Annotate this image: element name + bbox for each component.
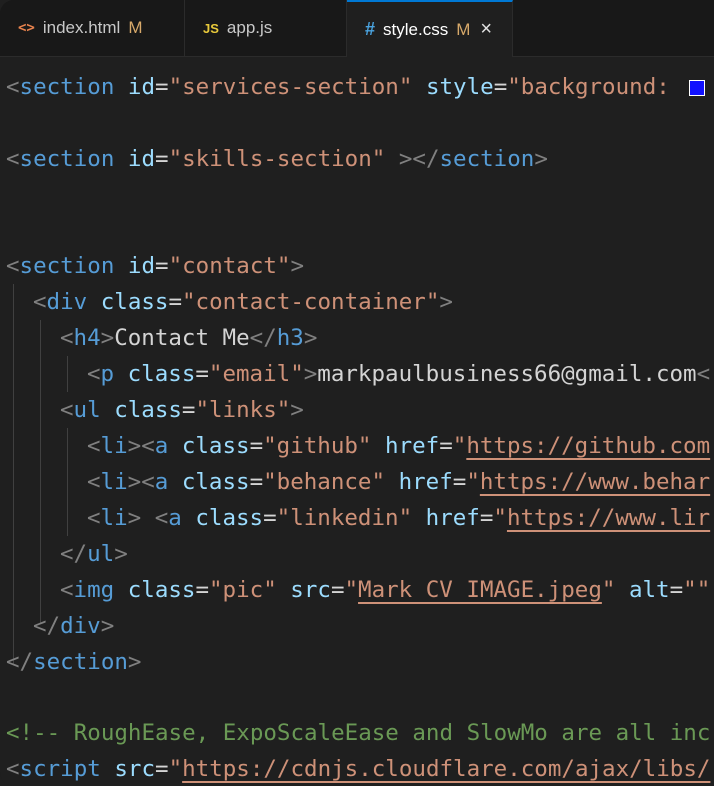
indent-guide <box>67 356 68 392</box>
code-line: <li> <a class="linkedin" href="https://w… <box>87 505 711 531</box>
code-editor[interactable]: <section id="services-section" style="ba… <box>0 57 714 786</box>
tab-app-js[interactable]: JS app.js <box>185 0 347 56</box>
tab-label: style.css <box>383 19 449 39</box>
indent-guide <box>40 320 41 624</box>
code-line: </div> <box>33 613 115 639</box>
tab-bar: <> index.html M JS app.js # style.css M … <box>0 0 714 57</box>
modified-indicator: M <box>128 18 143 37</box>
modified-indicator: M <box>456 19 471 39</box>
close-icon[interactable]: × <box>480 18 492 41</box>
code-line: <ul class="links"> <box>60 397 304 423</box>
html-file-icon: <> <box>18 20 35 36</box>
code-line: <section id="skills-section" ></section> <box>6 146 548 172</box>
code-line: <script src="https://cdnjs.cloudflare.co… <box>6 756 711 782</box>
tab-label: app.js <box>226 18 273 37</box>
code-line: <section id="contact"> <box>6 253 305 279</box>
url-link[interactable]: https://www.lir <box>507 505 710 531</box>
tab-label: index.html <box>42 18 121 37</box>
code-line: <div class="contact-container"> <box>33 289 453 315</box>
tab-index-html[interactable]: <> index.html M <box>0 0 185 56</box>
code-line: <p class="email">markpaulbusiness66@gmai… <box>87 361 711 387</box>
code-line: <li><a class="github" href="https://gith… <box>87 433 711 459</box>
color-swatch[interactable] <box>689 79 706 96</box>
code-line: <section id="services-section" style="ba… <box>6 69 706 105</box>
js-file-icon: JS <box>203 20 219 36</box>
code-line: </ul> <box>60 541 128 567</box>
indent-guide <box>13 284 14 664</box>
url-link[interactable]: https://www.behar <box>480 469 710 495</box>
code-line: <li><a class="behance" href="https://www… <box>87 469 711 495</box>
code-line: <!-- RoughEase, ExpoScaleEase and SlowMo… <box>6 720 711 746</box>
css-file-icon: # <box>365 19 376 39</box>
editor-window: <> index.html M JS app.js # style.css M … <box>0 0 714 786</box>
file-link[interactable]: Mark CV IMAGE.jpeg <box>358 577 602 603</box>
code-line: </section> <box>6 649 142 675</box>
indent-guide <box>67 428 68 536</box>
url-link[interactable]: https://cdnjs.cloudflare.com/ajax/libs/ <box>182 756 710 782</box>
code-line: <h4>Contact Me</h3> <box>60 325 318 351</box>
tab-style-css[interactable]: # style.css M × <box>347 0 513 57</box>
url-link[interactable]: https://github.com <box>466 433 710 459</box>
code-line: <img class="pic" src="Mark CV IMAGE.jpeg… <box>60 577 711 603</box>
